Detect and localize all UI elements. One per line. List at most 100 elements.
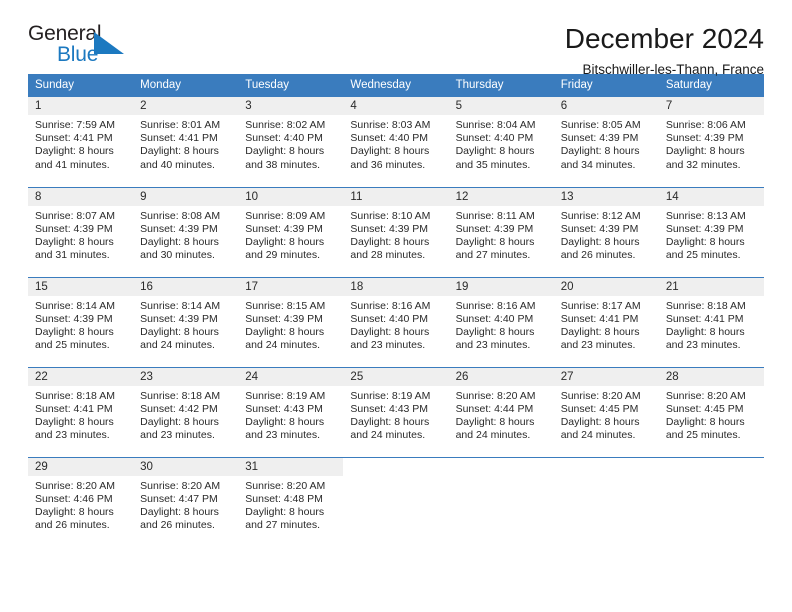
calendar-day-cell[interactable]: 2 Sunrise: 8:01 AM Sunset: 4:41 PM Daylight… — [133, 97, 239, 187]
daylight-duration-line2: and 26 minutes. — [140, 519, 215, 532]
daylight-duration-line2: and 23 minutes. — [455, 339, 531, 352]
sunrise-time: Sunrise: 8:17 AM — [560, 299, 641, 312]
sunrise-time: Sunrise: 8:13 AM — [665, 209, 746, 222]
day-details: Sunrise: 8:08 AM Sunset: 4:39 PM Daylight:… — [133, 206, 238, 263]
day-cell-inner: 15 Sunrise: 8:14 AM Sunset: 4:39 PM Dayligh… — [28, 277, 134, 367]
calendar-day-cell[interactable]: 13 Sunrise: 8:12 AM Sunset: 4:39 PM Dayligh… — [553, 186, 659, 277]
day-number: 12 — [448, 187, 554, 206]
calendar-cell-empty — [658, 456, 764, 547]
calendar-day-cell[interactable]: 12 Sunrise: 8:11 AM Sunset: 4:39 PM Dayligh… — [448, 186, 554, 277]
day-number — [658, 457, 764, 476]
daylight-duration-line1: Daylight: 8 hours — [140, 325, 219, 338]
calendar-day-cell[interactable]: 15 Sunrise: 8:14 AM Sunset: 4:39 PM Dayligh… — [28, 276, 134, 367]
calendar-day-cell[interactable]: 25 Sunrise: 8:19 AM Sunset: 4:43 PM Dayligh… — [343, 366, 449, 457]
daylight-duration-line1: Daylight: 8 hours — [350, 235, 430, 248]
calendar-day-cell[interactable]: 26 Sunrise: 8:20 AM Sunset: 4:44 PM Dayligh… — [448, 366, 554, 457]
sunset-time: Sunset: 4:39 PM — [245, 312, 323, 325]
day-cell-inner: 9 Sunrise: 8:08 AM Sunset: 4:39 PM Daylight… — [133, 187, 239, 277]
day-details: Sunrise: 8:13 AM Sunset: 4:39 PM Daylight:… — [659, 206, 764, 263]
calendar-day-cell[interactable]: 5 Sunrise: 8:04 AM Sunset: 4:40 PM Daylight… — [448, 97, 554, 187]
calendar-day-cell[interactable]: 30 Sunrise: 8:20 AM Sunset: 4:47 PM Dayligh… — [133, 456, 239, 547]
calendar-day-cell[interactable]: 4 Sunrise: 8:03 AM Sunset: 4:40 PM Daylight… — [343, 97, 449, 187]
calendar-day-cell[interactable]: 8 Sunrise: 8:07 AM Sunset: 4:39 PM Daylight… — [28, 186, 134, 277]
calendar-day-cell[interactable]: 17 Sunrise: 8:15 AM Sunset: 4:39 PM Dayligh… — [238, 276, 344, 367]
day-details: Sunrise: 8:15 AM Sunset: 4:39 PM Daylight:… — [238, 296, 343, 353]
calendar-day-cell[interactable]: 1 Sunrise: 7:59 AM Sunset: 4:41 PM Daylight… — [28, 97, 134, 187]
calendar-day-cell[interactable]: 9 Sunrise: 8:08 AM Sunset: 4:39 PM Daylight… — [133, 186, 239, 277]
calendar-week-row: 22 Sunrise: 8:18 AM Sunset: 4:41 PM Dayligh… — [28, 366, 764, 457]
day-cell-inner: 25 Sunrise: 8:19 AM Sunset: 4:43 PM Dayligh… — [343, 367, 449, 457]
day-details: Sunrise: 8:14 AM Sunset: 4:39 PM Daylight:… — [133, 296, 238, 353]
daylight-duration-line2: and 41 minutes. — [35, 158, 110, 171]
page-title: December 2024 — [564, 23, 764, 54]
daylight-duration-line1: Daylight: 8 hours — [665, 325, 745, 338]
day-cell-inner: 10 Sunrise: 8:09 AM Sunset: 4:39 PM Dayligh… — [238, 187, 344, 277]
calendar-day-cell[interactable]: 14 Sunrise: 8:13 AM Sunset: 4:39 PM Dayligh… — [658, 186, 764, 277]
day-cell-inner: 14 Sunrise: 8:13 AM Sunset: 4:39 PM Dayligh… — [658, 187, 764, 277]
calendar-day-cell[interactable]: 23 Sunrise: 8:18 AM Sunset: 4:42 PM Dayligh… — [133, 366, 239, 457]
daylight-duration-line1: Daylight: 8 hours — [665, 415, 745, 428]
day-number: 9 — [133, 187, 239, 206]
calendar-day-cell[interactable]: 16 Sunrise: 8:14 AM Sunset: 4:39 PM Dayligh… — [133, 276, 239, 367]
daylight-duration-line1: Daylight: 8 hours — [245, 505, 325, 518]
daylight-duration-line1: Daylight: 8 hours — [455, 415, 535, 428]
calendar-day-cell[interactable]: 22 Sunrise: 8:18 AM Sunset: 4:41 PM Dayligh… — [28, 366, 134, 457]
daylight-duration-line2: and 23 minutes. — [140, 429, 215, 442]
page-header: General Blue December 2024 Bitschwiller-… — [28, 0, 764, 77]
calendar-day-cell[interactable]: 21 Sunrise: 8:18 AM Sunset: 4:41 PM Dayligh… — [658, 276, 764, 367]
day-details: Sunrise: 8:03 AM Sunset: 4:40 PM Daylight:… — [343, 115, 448, 172]
sunrise-time: Sunrise: 8:20 AM — [35, 479, 115, 492]
day-details: Sunrise: 8:17 AM Sunset: 4:41 PM Daylight:… — [554, 296, 659, 353]
daylight-duration-line2: and 30 minutes. — [140, 249, 215, 262]
sunset-time: Sunset: 4:39 PM — [140, 312, 218, 325]
daylight-duration-line1: Daylight: 8 hours — [140, 505, 219, 518]
sunset-time: Sunset: 4:40 PM — [455, 132, 534, 145]
day-number: 20 — [553, 277, 659, 296]
daylight-duration-line2: and 40 minutes. — [140, 158, 215, 171]
day-number: 16 — [133, 277, 239, 296]
daylight-duration-line1: Daylight: 8 hours — [245, 145, 325, 158]
day-cell-inner: 16 Sunrise: 8:14 AM Sunset: 4:39 PM Dayligh… — [133, 277, 239, 367]
day-details: Sunrise: 8:20 AM Sunset: 4:48 PM Daylight:… — [238, 476, 343, 533]
day-cell-inner: 18 Sunrise: 8:16 AM Sunset: 4:40 PM Dayligh… — [343, 277, 449, 367]
calendar-day-cell[interactable]: 6 Sunrise: 8:05 AM Sunset: 4:39 PM Daylight… — [553, 97, 659, 187]
calendar-week-row: 1 Sunrise: 7:59 AM Sunset: 4:41 PM Daylight… — [28, 97, 764, 187]
day-details: Sunrise: 8:01 AM Sunset: 4:41 PM Daylight:… — [133, 115, 238, 172]
daylight-duration-line2: and 26 minutes. — [560, 249, 636, 262]
sunrise-time: Sunrise: 8:20 AM — [665, 389, 746, 402]
calendar-day-cell[interactable]: 27 Sunrise: 8:20 AM Sunset: 4:45 PM Dayligh… — [553, 366, 659, 457]
calendar-day-cell[interactable]: 29 Sunrise: 8:20 AM Sunset: 4:46 PM Dayligh… — [28, 456, 134, 547]
sunset-time: Sunset: 4:40 PM — [350, 312, 429, 325]
daylight-duration-line1: Daylight: 8 hours — [350, 415, 430, 428]
sunrise-time: Sunrise: 8:07 AM — [35, 209, 115, 222]
day-details: Sunrise: 8:19 AM Sunset: 4:43 PM Daylight:… — [238, 386, 343, 443]
calendar-day-cell[interactable]: 20 Sunrise: 8:17 AM Sunset: 4:41 PM Dayligh… — [553, 276, 659, 367]
calendar-day-cell[interactable]: 18 Sunrise: 8:16 AM Sunset: 4:40 PM Dayligh… — [343, 276, 449, 367]
daylight-duration-line2: and 24 minutes. — [455, 429, 531, 442]
calendar-day-cell[interactable]: 7 Sunrise: 8:06 AM Sunset: 4:39 PM Daylight… — [658, 97, 764, 187]
calendar-day-cell[interactable]: 10 Sunrise: 8:09 AM Sunset: 4:39 PM Dayligh… — [238, 186, 344, 277]
daylight-duration-line2: and 24 minutes. — [560, 429, 636, 442]
daylight-duration-line2: and 36 minutes. — [350, 158, 426, 171]
calendar-day-cell[interactable]: 11 Sunrise: 8:10 AM Sunset: 4:39 PM Dayligh… — [343, 186, 449, 277]
day-cell-inner — [343, 457, 449, 548]
calendar-day-cell[interactable]: 3 Sunrise: 8:02 AM Sunset: 4:40 PM Daylight… — [238, 97, 344, 187]
weekday-header-wednesday: Wednesday — [343, 74, 449, 97]
calendar-day-cell[interactable]: 24 Sunrise: 8:19 AM Sunset: 4:43 PM Dayligh… — [238, 366, 344, 457]
sunset-time: Sunset: 4:43 PM — [245, 402, 323, 415]
sunrise-time: Sunrise: 8:08 AM — [140, 209, 221, 222]
calendar-day-cell[interactable]: 28 Sunrise: 8:20 AM Sunset: 4:45 PM Dayligh… — [658, 366, 764, 457]
brand-logo[interactable]: General Blue — [28, 22, 148, 70]
day-details: Sunrise: 8:02 AM Sunset: 4:40 PM Daylight:… — [238, 115, 343, 172]
sunrise-time: Sunrise: 8:19 AM — [350, 389, 431, 402]
calendar-day-cell[interactable]: 19 Sunrise: 8:16 AM Sunset: 4:40 PM Dayligh… — [448, 276, 554, 367]
calendar-day-cell[interactable]: 31 Sunrise: 8:20 AM Sunset: 4:48 PM Dayligh… — [238, 456, 344, 547]
day-number: 11 — [343, 187, 449, 206]
day-details: Sunrise: 8:20 AM Sunset: 4:45 PM Daylight:… — [659, 386, 764, 443]
day-cell-inner: 3 Sunrise: 8:02 AM Sunset: 4:40 PM Daylight… — [238, 97, 344, 187]
sunset-time: Sunset: 4:39 PM — [560, 132, 639, 145]
sunset-time: Sunset: 4:43 PM — [350, 402, 429, 415]
day-details: Sunrise: 8:20 AM Sunset: 4:47 PM Daylight:… — [133, 476, 238, 533]
sunrise-time: Sunrise: 8:20 AM — [140, 479, 221, 492]
daylight-duration-line1: Daylight: 8 hours — [35, 505, 114, 518]
